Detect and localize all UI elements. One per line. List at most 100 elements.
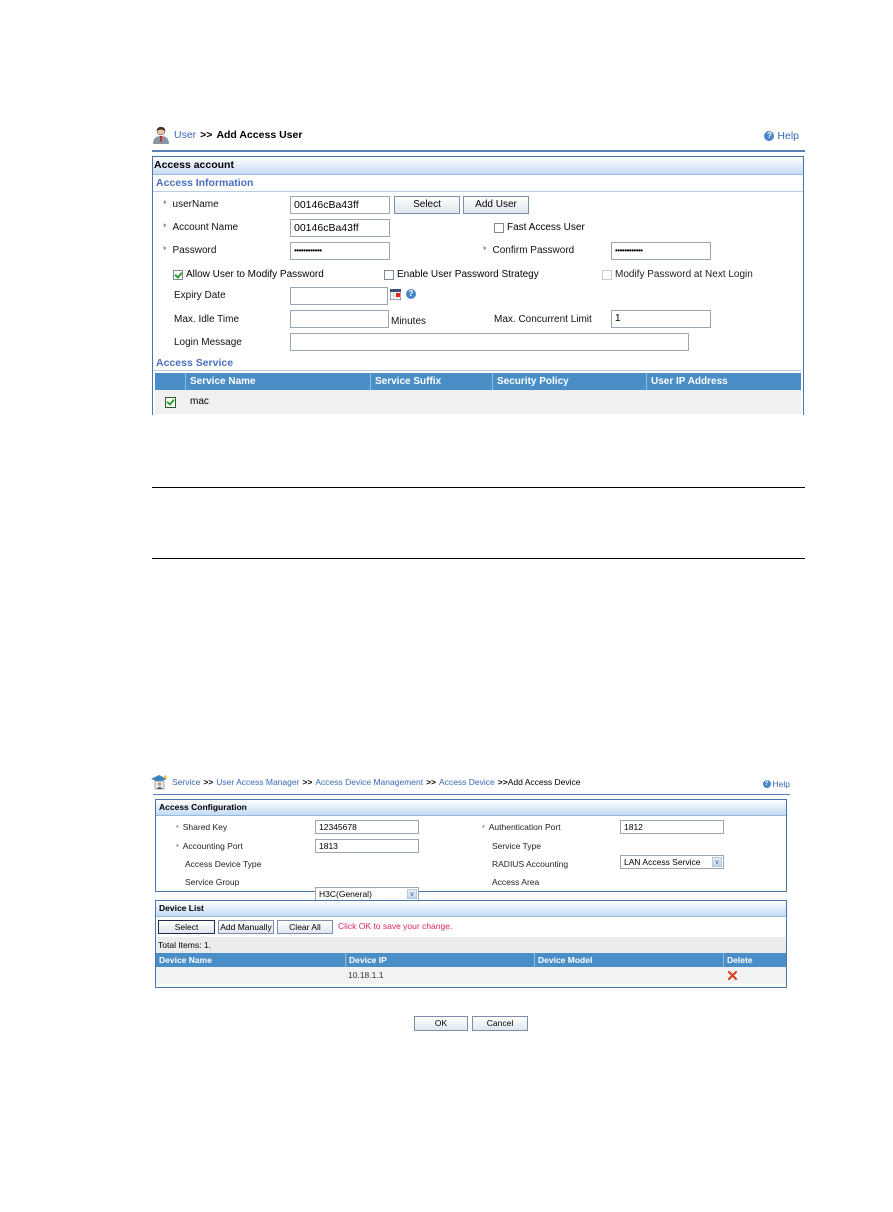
accounting-port-input[interactable]: 1813 — [315, 839, 419, 853]
device-name-cell — [156, 967, 345, 984]
section-access-service: Access Service — [153, 356, 801, 371]
calendar-icon[interactable] — [390, 289, 401, 300]
service-mac-checkbox[interactable] — [164, 396, 176, 408]
breadcrumb-access-device-link[interactable]: Access Device — [439, 777, 495, 787]
expiry-help-icon[interactable]: ? — [406, 289, 416, 299]
add-manually-button[interactable]: Add Manually — [218, 920, 274, 934]
add-user-button[interactable]: Add User — [463, 196, 529, 214]
help-link[interactable]: ? Help — [764, 130, 799, 142]
allow-modify-password-checkbox[interactable] — [173, 269, 183, 280]
password-label: * Password — [163, 245, 216, 256]
breadcrumb-service-link[interactable]: Service — [172, 777, 200, 787]
service-type-value: LAN Access Service — [624, 857, 701, 867]
minutes-label: Minutes — [391, 316, 427, 327]
max-idle-time-label: Max. Idle Time — [174, 314, 240, 325]
confirm-password-label: * Confirm Password — [483, 245, 574, 256]
breadcrumb-access-device-management-link[interactable]: Access Device Management — [315, 777, 423, 787]
select-device-button[interactable]: Select — [158, 920, 215, 934]
service-type-select[interactable]: LAN Access Service ∨ — [620, 855, 724, 869]
select-user-button[interactable]: Select — [394, 196, 460, 214]
fast-access-user-checkbox[interactable] — [494, 222, 504, 233]
login-message-input[interactable] — [290, 333, 689, 351]
service-group-label: Service Group — [185, 877, 240, 887]
header-divider — [152, 150, 805, 152]
column-device-ip[interactable]: Device IP — [345, 953, 534, 967]
required-marker: * — [163, 245, 167, 255]
column-device-name[interactable]: Device Name — [156, 953, 345, 967]
chevron-down-icon[interactable]: ∨ — [407, 889, 417, 899]
breadcrumb-separator: >> — [302, 777, 313, 787]
max-concurrent-limit-input[interactable]: 1 — [611, 310, 711, 328]
section-access-information: Access Information — [153, 175, 803, 192]
breadcrumb: User >> Add Access User — [152, 126, 302, 144]
table-row: 10.18.1.1 — [156, 967, 786, 984]
table-row: mac — [155, 390, 801, 414]
login-message-label: Login Message — [174, 337, 242, 348]
panel-title: Access account — [153, 157, 803, 175]
username-input[interactable]: 00146cBa43ff — [290, 196, 390, 214]
breadcrumb-separator: >> — [426, 777, 437, 787]
enable-password-strategy-checkbox[interactable] — [384, 269, 394, 280]
access-account-panel: Access account Access Information * userN… — [152, 156, 804, 415]
chevron-down-icon[interactable]: ∨ — [712, 857, 722, 867]
accounting-port-label: * Accounting Port — [176, 841, 243, 851]
modify-password-next-login-label: Modify Password at Next Login — [615, 269, 753, 280]
device-list-panel: Device List Select Add Manually Clear Al… — [155, 900, 787, 988]
help-link[interactable]: ? Help — [762, 779, 790, 789]
breadcrumb-separator: >> — [200, 129, 213, 141]
help-label: Help — [772, 779, 790, 789]
total-items-text: Total Items: 1. — [156, 937, 786, 953]
account-name-input[interactable]: 00146cBa43ff — [290, 219, 390, 237]
expiry-date-input[interactable] — [290, 287, 388, 305]
required-marker: * — [163, 199, 167, 209]
device-list-title: Device List — [156, 901, 786, 917]
column-security-policy[interactable]: Security Policy — [492, 373, 646, 390]
required-marker: * — [163, 222, 167, 232]
username-label-text: userName — [172, 199, 219, 210]
note-bottom-rule — [152, 558, 805, 559]
modify-password-next-login-checkbox[interactable] — [602, 269, 612, 280]
delete-x-icon[interactable] — [728, 971, 737, 980]
fast-access-user-label: Fast Access User — [507, 222, 585, 233]
access-device-type-select[interactable]: H3C(General) ∨ — [315, 887, 419, 901]
column-user-ip-address[interactable]: User IP Address — [646, 373, 801, 390]
device-ip-cell: 10.18.1.1 — [348, 970, 384, 980]
cancel-button[interactable]: Cancel — [472, 1016, 528, 1031]
user-avatar-icon — [153, 126, 169, 144]
breadcrumb-current: Add Access User — [216, 129, 303, 141]
password-input[interactable]: •••••••••••• — [290, 242, 390, 260]
authentication-port-label-text: Authentication Port — [488, 822, 561, 832]
access-device-type-label: Access Device Type — [185, 859, 262, 869]
account-name-label-text: Account Name — [172, 222, 239, 233]
service-table-header: Service Name Service Suffix Security Pol… — [155, 373, 801, 390]
ok-button[interactable]: OK — [414, 1016, 468, 1031]
breadcrumb-separator: >> — [203, 777, 214, 787]
breadcrumb-user-access-manager-link[interactable]: User Access Manager — [216, 777, 299, 787]
help-icon: ? — [764, 131, 775, 141]
breadcrumb-user-link[interactable]: User — [174, 129, 196, 141]
accounting-port-label-text: Accounting Port — [182, 841, 243, 851]
required-marker: * — [483, 245, 487, 255]
save-hint-text: Click OK to save your change. — [338, 921, 453, 931]
column-device-model[interactable]: Device Model — [534, 953, 723, 967]
max-idle-time-input[interactable] — [290, 310, 389, 328]
shared-key-input[interactable]: 12345678 — [315, 820, 419, 834]
authentication-port-input[interactable]: 1812 — [620, 820, 724, 834]
expiry-date-label: Expiry Date — [174, 290, 226, 301]
clear-all-button[interactable]: Clear All — [277, 920, 333, 934]
fast-access-user-checkbox-row[interactable]: Fast Access User — [494, 222, 585, 233]
confirm-password-input[interactable]: •••••••••••• — [611, 242, 711, 260]
authentication-port-label: * Authentication Port — [482, 822, 561, 832]
radius-accounting-label: RADIUS Accounting — [492, 859, 569, 869]
column-delete: Delete — [723, 953, 786, 967]
column-service-suffix[interactable]: Service Suffix — [370, 373, 492, 390]
column-service-name[interactable]: Service Name — [185, 373, 370, 390]
note-top-rule — [152, 487, 805, 488]
help-label: Help — [777, 130, 799, 142]
allow-modify-password-row[interactable]: Allow User to Modify Password — [173, 269, 324, 280]
breadcrumb-current: Add Access Device — [507, 777, 581, 787]
modify-password-next-login-row[interactable]: Modify Password at Next Login — [602, 269, 753, 280]
shared-key-label-text: Shared Key — [182, 822, 228, 832]
breadcrumb: Service >> User Access Manager >> Access… — [150, 774, 580, 790]
enable-password-strategy-row[interactable]: Enable User Password Strategy — [384, 269, 539, 280]
